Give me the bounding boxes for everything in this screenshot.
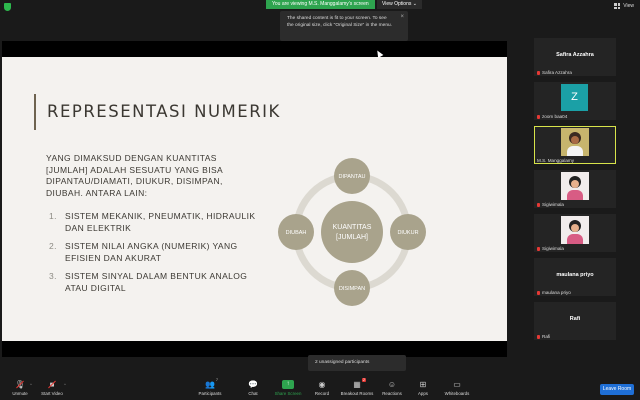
meeting-toolbar: 🎙 Unmute ^ ■ Start Video ^ 👥 7 Participan…: [0, 378, 640, 400]
record-label: Record: [314, 391, 330, 396]
participant-label: zoom baa04: [537, 114, 567, 119]
center-label-line2: [JUMLAH]: [336, 234, 368, 241]
participant-name: Sigiwimala: [542, 246, 564, 251]
list-item: 2. SISTEM NILAI ANGKA (NUMERIK) YANG EFI…: [49, 241, 259, 264]
reactions-icon: ☺: [387, 380, 397, 389]
view-label: View: [623, 3, 634, 9]
list-item: 1. SISTEM MEKANIK, PNEUMATIK, HIDRAULIK …: [49, 211, 259, 234]
node-left-label: DIUBAH: [286, 230, 307, 236]
participants-count: 7: [216, 378, 218, 382]
list-item: 3. SISTEM SINYAL DALAM BENTUK ANALOG ATA…: [49, 271, 259, 294]
shared-slide: REPRESENTASI NUMERIK YANG DIMAKSUD DENGA…: [2, 57, 507, 341]
whiteboards-button[interactable]: ▭ Whiteboards: [437, 380, 477, 396]
microphone-icon: 🎙: [14, 380, 26, 389]
mic-muted-icon: [537, 246, 540, 251]
view-options-button[interactable]: View Options ⌄: [377, 0, 422, 9]
participant-tile[interactable]: Z zoom baa04: [534, 82, 616, 120]
zoom-meeting-window: You are viewing M.S. Manggalamy's screen…: [0, 0, 640, 400]
tooltip-text: The shared content is fit to your screen…: [287, 16, 392, 28]
mic-muted-icon: [537, 202, 540, 207]
center-node: [321, 201, 383, 263]
breakout-rooms-button[interactable]: ▦ 2 Breakout Rooms: [337, 378, 377, 396]
participant-name: maulana priyo: [542, 290, 571, 295]
participant-label: Rafi: [537, 334, 550, 339]
participant-photo: [561, 172, 589, 200]
breakout-badge: 2: [362, 378, 366, 382]
list-number: 1.: [49, 211, 57, 221]
center-label-line1: KUANTITAS: [333, 224, 372, 231]
chat-label: Chat: [248, 391, 258, 396]
slide-intro-text: YANG DIMAKSUD DENGAN KUANTITAS [JUMLAH] …: [46, 153, 223, 198]
participant-name: zoom baa04: [542, 114, 568, 119]
video-camera-icon: ■: [46, 380, 58, 389]
participant-label: M.S. Manggalamy: [537, 158, 574, 163]
view-button[interactable]: View: [614, 3, 634, 9]
start-video-label: Start Video: [41, 391, 63, 396]
participant-tile[interactable]: maulana priyo maulana priyo: [534, 258, 616, 296]
leave-room-button[interactable]: Leave Room: [600, 384, 634, 395]
participant-tile[interactable]: Safira Azzahra Safira Azzahra: [534, 38, 616, 76]
list-number: 2.: [49, 241, 57, 251]
whiteboard-icon: ▭: [453, 380, 461, 389]
list-text: SISTEM MEKANIK, PNEUMATIK, HIDRAULIK DAN…: [65, 211, 256, 233]
viewing-screen-banner: You are viewing M.S. Manggalamy's screen: [266, 0, 375, 9]
security-shield-icon[interactable]: [4, 3, 11, 11]
record-icon: ◉: [318, 380, 326, 389]
mic-muted-icon: [537, 290, 540, 295]
apps-icon: ⊞: [419, 380, 427, 389]
chat-button[interactable]: 💬 Chat: [233, 380, 273, 396]
participant-tile[interactable]: Sigiwimala: [534, 214, 616, 252]
participant-display-name: Safira Azzahra: [556, 52, 594, 58]
node-right-label: DIUKUR: [397, 230, 418, 236]
breakout-rooms-label: Breakout Rooms: [340, 391, 374, 396]
participant-display-name: Rafi: [569, 316, 581, 322]
participant-photo: [561, 216, 589, 244]
list-text: SISTEM SINYAL DALAM BENTUK ANALOG ATAU D…: [65, 271, 248, 293]
participants-button[interactable]: 👥 7 Participants: [190, 378, 230, 396]
shared-screen-bottom-band: [2, 341, 507, 357]
fit-screen-tooltip: The shared content is fit to your screen…: [280, 11, 408, 41]
participant-tile-active-speaker[interactable]: M.S. Manggalamy: [534, 126, 616, 164]
mic-muted-icon: [537, 70, 540, 75]
slide-title: REPRESENTASI NUMERIK: [47, 102, 281, 121]
slide-list: 1. SISTEM MEKANIK, PNEUMATIK, HIDRAULIK …: [49, 211, 259, 301]
participant-name: M.S. Manggalamy: [537, 158, 575, 163]
participants-icon: 👥 7: [205, 378, 218, 389]
participant-display-name: maulana priyo: [556, 272, 594, 278]
participant-name: Safira Azzahra: [542, 70, 572, 75]
title-accent-bar: [34, 94, 36, 130]
participant-label: Safira Azzahra: [537, 70, 572, 75]
node-bottom-label: DISIMPAN: [339, 286, 365, 292]
mic-muted-icon: [537, 334, 540, 339]
participant-video: [561, 128, 589, 156]
breakout-rooms-icon: ▦ 2: [353, 378, 366, 389]
participant-name: Sigiwimala: [542, 202, 564, 207]
whiteboards-label: Whiteboards: [444, 391, 470, 396]
participant-tile[interactable]: Rafi Rafi: [534, 302, 616, 340]
close-icon[interactable]: ×: [400, 14, 404, 21]
list-number: 3.: [49, 271, 57, 281]
grid-view-icon: [614, 3, 621, 9]
participant-name: Rafi: [542, 334, 551, 339]
unassigned-participants-popup[interactable]: 2 unassigned participants: [308, 355, 406, 371]
chat-icon: 💬: [248, 380, 258, 389]
node-top-label: DIPANTAU: [339, 174, 366, 180]
chevron-up-icon[interactable]: ^: [64, 382, 66, 387]
participant-tile[interactable]: Sigiwimala: [534, 170, 616, 208]
share-screen-icon: ↑: [282, 380, 294, 389]
mic-muted-icon: [537, 114, 540, 119]
participant-label: maulana priyo: [537, 290, 571, 295]
start-video-button[interactable]: ■ Start Video: [32, 380, 72, 396]
avatar: Z: [561, 84, 588, 111]
record-button[interactable]: ◉ Record: [302, 380, 342, 396]
participant-label: Sigiwimala: [537, 246, 564, 251]
list-text: SISTEM NILAI ANGKA (NUMERIK) YANG EFISIE…: [65, 241, 238, 263]
shared-screen-top-band: [2, 41, 507, 57]
cycle-diagram: KUANTITAS [JUMLAH] DIPANTAU DIUKUR DISIM…: [278, 158, 426, 306]
participant-label: Sigiwimala: [537, 202, 564, 207]
participants-label: Participants: [198, 391, 222, 396]
